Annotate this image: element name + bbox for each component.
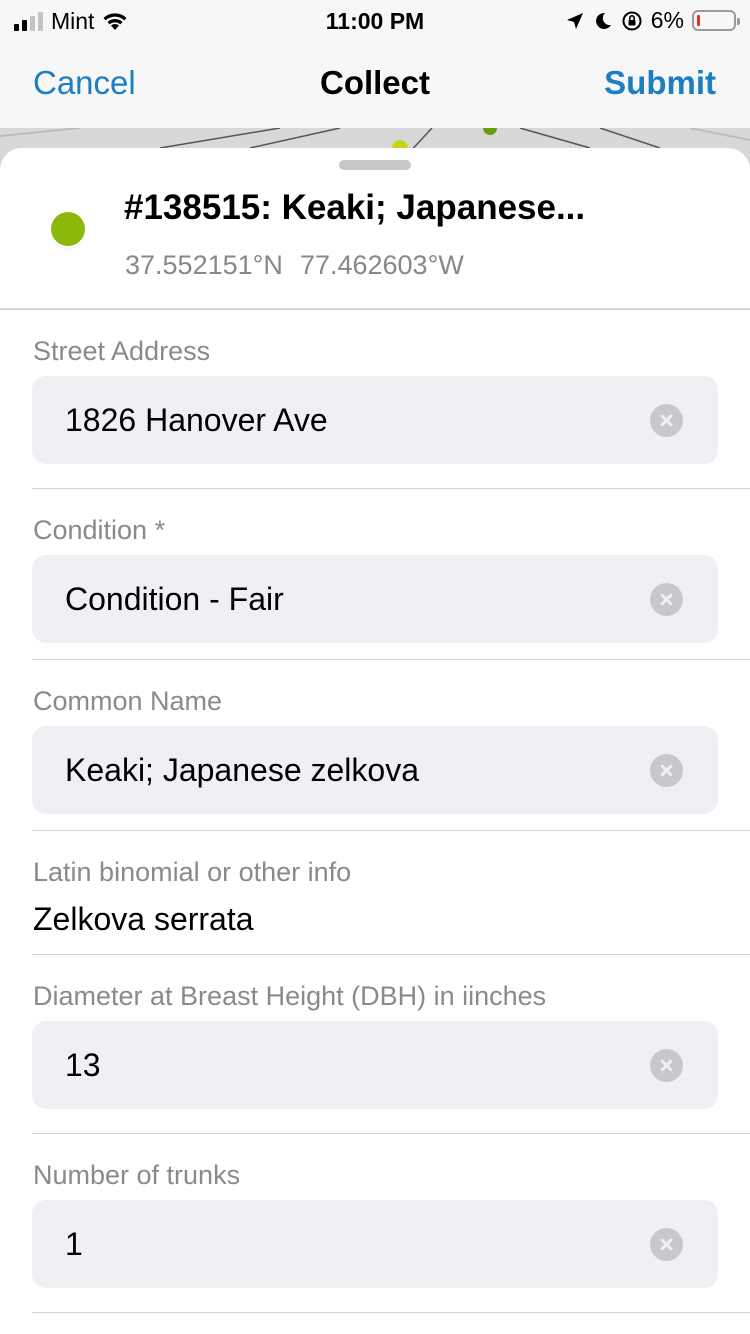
divider [32,488,750,489]
submit-button[interactable]: Submit [604,64,716,102]
field-label: Number of trunks [33,1160,241,1190]
divider [32,954,750,955]
field-label: Condition * [33,515,166,545]
latitude-text: 37.552151°N [125,250,283,280]
dbh-input[interactable]: 13 [32,1021,718,1109]
clear-icon[interactable] [650,583,683,616]
field-value: 13 [65,1047,101,1083]
field-condition: Condition * Condition - Fair [0,511,750,660]
longitude-text: 77.462603°W [299,250,464,280]
common-name-input[interactable]: Keaki; Japanese zelkova [32,726,718,814]
field-label: Street Address [33,336,211,366]
condition-select[interactable]: Condition - Fair [32,555,718,643]
field-label: Latin binomial or other info [33,857,352,887]
clear-icon[interactable] [650,754,683,787]
location-arrow-icon [566,12,583,29]
field-latin-binomial: Latin binomial or other info Zelkova ser… [0,853,750,955]
battery-icon [692,10,740,31]
feature-header: #138515: Keaki; Japanese... 37.552151°N … [0,148,750,310]
clear-icon[interactable] [650,1049,683,1082]
field-value: Keaki; Japanese zelkova [65,752,419,788]
clear-icon[interactable] [650,1228,683,1261]
clear-icon[interactable] [650,404,683,437]
navigation-bar: Cancel Collect Submit [0,42,750,128]
orientation-lock-icon [622,11,642,30]
divider [32,659,750,660]
feature-marker-icon [51,212,85,246]
field-value: 1 [65,1226,83,1262]
field-value: Condition - Fair [65,581,284,617]
field-label: Common Name [33,686,223,716]
feature-title: #138515: Keaki; Japanese... [124,188,586,227]
battery-percent: 6% [650,7,684,33]
field-dbh: Diameter at Breast Height (DBH) in iinch… [0,977,750,1134]
field-number-of-trunks: Number of trunks 1 [0,1156,750,1313]
number-of-trunks-input[interactable]: 1 [32,1200,718,1288]
field-common-name: Common Name Keaki; Japanese zelkova [0,682,750,831]
status-bar: Mint 11:00 PM 6% [0,0,750,42]
status-right: 6% [565,7,740,34]
feature-coordinates: 37.552151°N 77.462603°W [125,250,464,281]
field-label: Diameter at Breast Height (DBH) in iinch… [33,981,547,1011]
divider [32,1133,750,1134]
moon-icon [595,12,611,29]
collect-sheet: #138515: Keaki; Japanese... 37.552151°N … [0,148,750,1334]
street-address-input[interactable]: 1826 Hanover Ave [32,376,718,464]
divider [32,1312,750,1313]
field-street-address: Street Address 1826 Hanover Ave [0,332,750,489]
latin-binomial-value[interactable]: Zelkova serrata [33,901,254,938]
field-value: 1826 Hanover Ave [65,402,328,438]
divider [32,830,750,831]
